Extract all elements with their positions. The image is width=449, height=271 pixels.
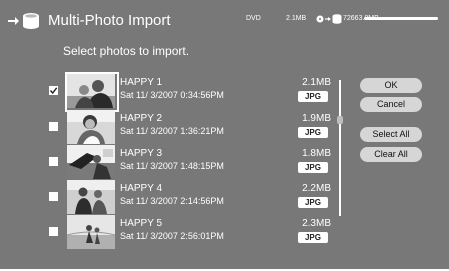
photo-thumbnail[interactable]: [67, 110, 115, 144]
photo-name: HAPPY 3: [120, 148, 163, 159]
select-all-button[interactable]: Select All: [360, 127, 422, 142]
photo-size: 2.3MB: [302, 218, 331, 229]
format-badge: JPG: [298, 197, 328, 208]
photo-size: 2.1MB: [302, 77, 331, 88]
ok-button[interactable]: OK: [360, 78, 422, 93]
photo-thumbnail[interactable]: [67, 145, 115, 179]
import-drive-icon: [8, 13, 39, 29]
page-title: Multi-Photo Import: [48, 12, 171, 29]
photo-size: 1.8MB: [302, 148, 331, 159]
photo-thumbnail[interactable]: [67, 180, 115, 214]
photo-name: HAPPY 5: [120, 218, 163, 229]
photo-row-5[interactable]: HAPPY 5 Sat 11/ 3/2007 2:56:01PM 2.3MB J…: [0, 215, 449, 249]
photo-checkbox[interactable]: [49, 227, 58, 236]
multi-photo-import-screen: Multi-Photo Import DVD 2.1MB 72663.8MB S…: [0, 0, 449, 269]
photo-date: Sat 11/ 3/2007 2:56:01PM: [120, 231, 224, 241]
photo-row-4[interactable]: HAPPY 4 Sat 11/ 3/2007 2:14:56PM 2.2MB J…: [0, 180, 449, 214]
format-badge: JPG: [298, 91, 328, 102]
selected-size: 2.1MB: [286, 15, 307, 22]
disc-to-drive-icon: [316, 14, 342, 24]
photo-size: 2.2MB: [302, 183, 331, 194]
checkmark-icon: [49, 87, 58, 95]
instruction-text: Select photos to import.: [63, 44, 190, 58]
format-badge: JPG: [298, 232, 328, 243]
photo-date: Sat 11/ 3/2007 0:34:56PM: [120, 90, 224, 100]
photo-thumbnail[interactable]: [67, 74, 115, 108]
photo-name: HAPPY 1: [120, 77, 163, 88]
photo-size: 1.9MB: [302, 113, 331, 124]
photo-date: Sat 11/ 3/2007 1:36:21PM: [120, 126, 224, 136]
photo-checkbox[interactable]: [49, 157, 58, 166]
photo-date: Sat 11/ 3/2007 2:14:56PM: [120, 196, 224, 206]
clear-all-button[interactable]: Clear All: [360, 147, 422, 162]
format-badge: JPG: [298, 162, 328, 173]
photo-name: HAPPY 2: [120, 113, 163, 124]
photo-checkbox[interactable]: [49, 192, 58, 201]
photo-thumbnail[interactable]: [67, 215, 115, 249]
photo-checkbox[interactable]: [49, 86, 58, 95]
format-badge: JPG: [298, 127, 328, 138]
photo-name: HAPPY 4: [120, 183, 163, 194]
scrollbar-track[interactable]: [339, 80, 341, 216]
cancel-button[interactable]: Cancel: [360, 97, 422, 112]
photo-checkbox[interactable]: [49, 122, 58, 131]
scrollbar-thumb[interactable]: [337, 116, 343, 124]
source-label: DVD: [246, 15, 261, 22]
capacity-bar: [364, 17, 438, 20]
photo-date: Sat 11/ 3/2007 1:48:15PM: [120, 161, 224, 171]
